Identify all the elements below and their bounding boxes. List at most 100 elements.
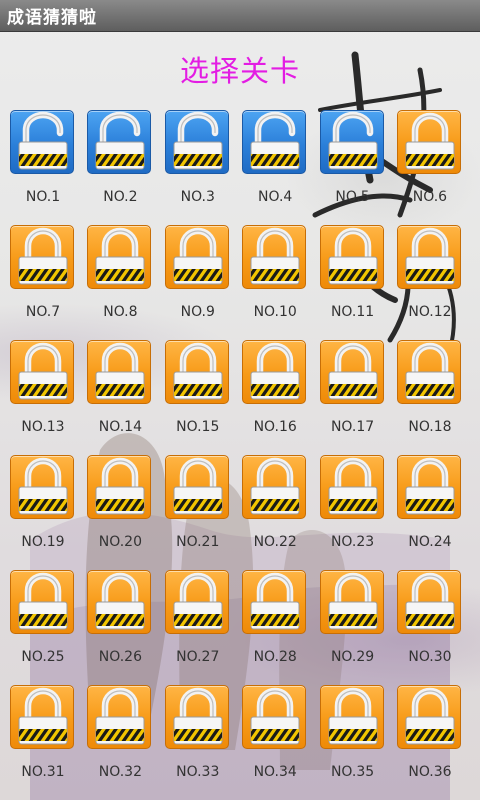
level-label: NO.13 <box>21 419 65 435</box>
level-button[interactable]: NO.31 <box>10 685 76 800</box>
locked-level-tile[interactable] <box>396 685 461 749</box>
locked-level-tile[interactable] <box>396 110 461 174</box>
locked-level-tile[interactable] <box>242 455 307 519</box>
locked-level-tile[interactable] <box>319 225 384 289</box>
level-button[interactable]: NO.34 <box>242 685 308 800</box>
level-label: NO.1 <box>25 189 61 205</box>
title-bar: 成语猜猜啦 <box>0 0 480 32</box>
padlock-icon <box>328 227 378 285</box>
padlock-icon <box>405 687 455 745</box>
level-button[interactable]: NO.7 <box>10 225 76 340</box>
level-label: NO.31 <box>21 764 65 780</box>
locked-level-tile[interactable] <box>164 225 229 289</box>
level-button[interactable]: NO.36 <box>396 685 463 800</box>
locked-level-tile[interactable] <box>319 685 384 749</box>
padlock-icon <box>95 342 145 400</box>
unlocked-level-tile[interactable] <box>164 110 229 174</box>
level-button[interactable]: NO.17 <box>319 340 386 455</box>
level-label: NO.19 <box>21 534 65 550</box>
locked-level-tile[interactable] <box>242 225 307 289</box>
locked-level-tile[interactable] <box>164 340 229 404</box>
open-padlock-icon <box>95 111 145 170</box>
locked-level-tile[interactable] <box>10 570 74 634</box>
locked-level-tile[interactable] <box>87 455 152 519</box>
locked-level-tile[interactable] <box>87 570 152 634</box>
locked-level-tile[interactable] <box>87 340 152 404</box>
level-label: NO.32 <box>98 764 142 780</box>
level-button[interactable]: NO.25 <box>10 570 76 685</box>
level-button[interactable]: NO.28 <box>242 570 308 685</box>
level-button[interactable]: NO.22 <box>242 455 308 570</box>
unlocked-level-tile[interactable] <box>319 110 384 174</box>
level-button[interactable]: NO.5 <box>319 110 386 225</box>
locked-level-tile[interactable] <box>319 340 384 404</box>
level-button[interactable]: NO.29 <box>319 570 386 685</box>
level-button[interactable]: NO.21 <box>164 455 231 570</box>
level-label: NO.9 <box>180 304 215 320</box>
level-button[interactable]: NO.35 <box>319 685 386 800</box>
padlock-icon <box>250 572 300 630</box>
level-label: NO.3 <box>180 189 215 205</box>
level-label: NO.26 <box>98 649 142 665</box>
locked-level-tile[interactable] <box>164 570 229 634</box>
padlock-icon <box>328 457 378 515</box>
level-label: NO.21 <box>176 534 220 550</box>
locked-level-tile[interactable] <box>396 340 461 404</box>
level-button[interactable]: NO.13 <box>10 340 76 455</box>
locked-level-tile[interactable] <box>87 225 152 289</box>
open-padlock-icon <box>250 111 300 170</box>
level-label: NO.12 <box>408 304 452 320</box>
locked-level-tile[interactable] <box>319 455 384 519</box>
level-label: NO.20 <box>98 534 142 550</box>
level-label: NO.25 <box>21 649 65 665</box>
open-padlock-icon <box>173 111 223 170</box>
level-button[interactable]: NO.6 <box>396 110 463 225</box>
level-label: NO.6 <box>412 189 448 205</box>
level-button[interactable]: NO.4 <box>242 110 308 225</box>
locked-level-tile[interactable] <box>396 225 461 289</box>
level-button[interactable]: NO.10 <box>242 225 308 340</box>
unlocked-level-tile[interactable] <box>87 110 152 174</box>
padlock-icon <box>173 457 223 515</box>
level-button[interactable]: NO.15 <box>164 340 231 455</box>
unlocked-level-tile[interactable] <box>10 110 74 174</box>
level-label: NO.4 <box>258 189 293 205</box>
padlock-icon <box>173 342 223 400</box>
level-button[interactable]: NO.1 <box>10 110 76 225</box>
level-button[interactable]: NO.23 <box>319 455 386 570</box>
level-button[interactable]: NO.32 <box>87 685 153 800</box>
level-button[interactable]: NO.26 <box>87 570 153 685</box>
level-label: NO.11 <box>330 304 375 320</box>
locked-level-tile[interactable] <box>10 455 74 519</box>
level-button[interactable]: NO.12 <box>396 225 463 340</box>
locked-level-tile[interactable] <box>164 455 229 519</box>
locked-level-tile[interactable] <box>242 340 307 404</box>
locked-level-tile[interactable] <box>396 570 461 634</box>
locked-level-tile[interactable] <box>164 685 229 749</box>
locked-level-tile[interactable] <box>10 340 74 404</box>
level-button[interactable]: NO.8 <box>87 225 153 340</box>
level-button[interactable]: NO.27 <box>164 570 231 685</box>
locked-level-tile[interactable] <box>242 570 307 634</box>
level-button[interactable]: NO.24 <box>396 455 463 570</box>
level-button[interactable]: NO.20 <box>87 455 153 570</box>
level-button[interactable]: NO.30 <box>396 570 463 685</box>
locked-level-tile[interactable] <box>10 685 74 749</box>
level-button[interactable]: NO.16 <box>242 340 308 455</box>
locked-level-tile[interactable] <box>319 570 384 634</box>
level-button[interactable]: NO.3 <box>164 110 231 225</box>
locked-level-tile[interactable] <box>242 685 307 749</box>
level-button[interactable]: NO.14 <box>87 340 153 455</box>
unlocked-level-tile[interactable] <box>242 110 307 174</box>
level-button[interactable]: NO.9 <box>164 225 231 340</box>
level-button[interactable]: NO.2 <box>87 110 153 225</box>
locked-level-tile[interactable] <box>396 455 461 519</box>
locked-level-tile[interactable] <box>87 685 152 749</box>
level-button[interactable]: NO.33 <box>164 685 231 800</box>
level-button[interactable]: NO.19 <box>10 455 76 570</box>
level-button[interactable]: NO.18 <box>396 340 463 455</box>
locked-level-tile[interactable] <box>10 225 74 289</box>
level-label: NO.27 <box>176 649 220 665</box>
level-button[interactable]: NO.11 <box>319 225 386 340</box>
page-title: 选择关卡 <box>179 54 300 88</box>
